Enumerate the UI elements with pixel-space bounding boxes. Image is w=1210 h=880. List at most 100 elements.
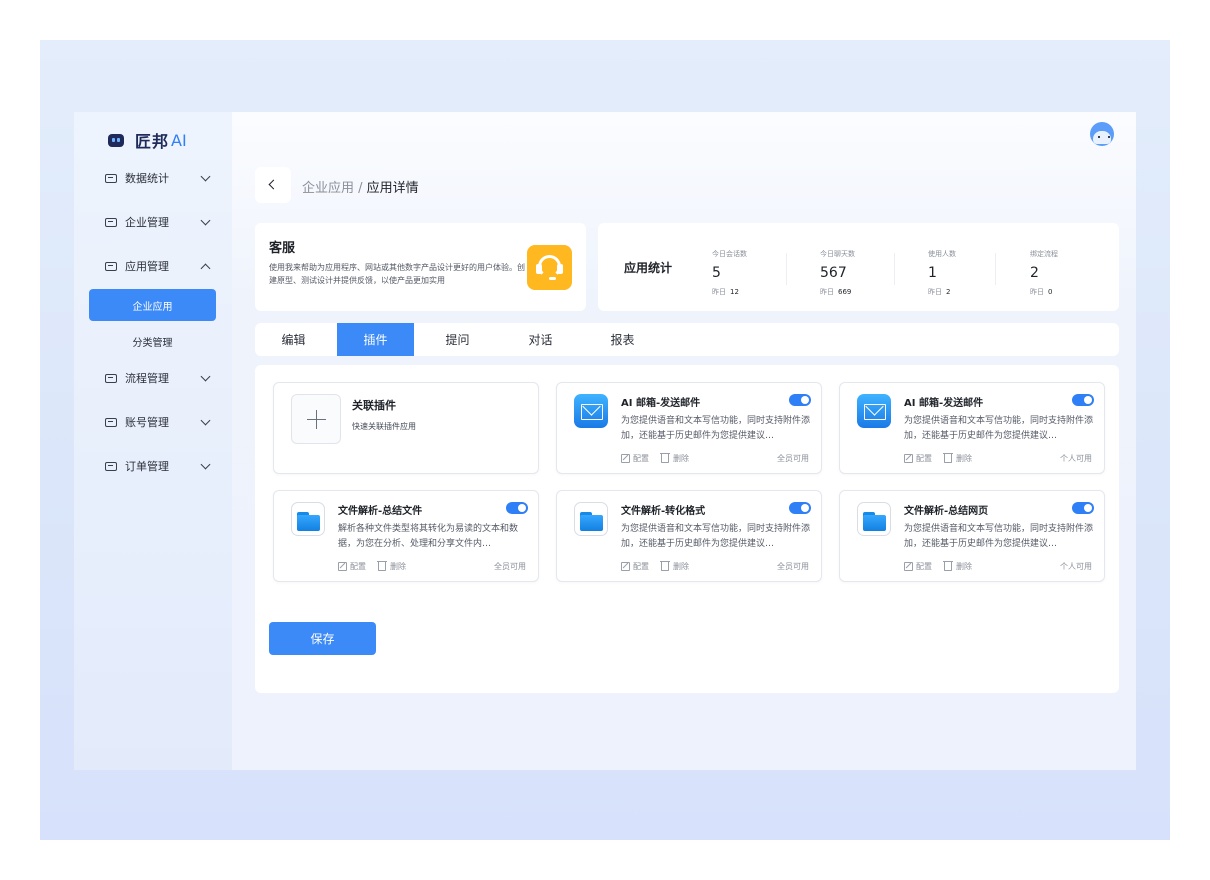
plugin-toggle[interactable] [789,394,811,406]
stat-label: 绑定流程 [1030,250,1058,258]
chevron-down-icon [200,415,211,425]
tab-plugins[interactable]: 插件 [337,323,414,356]
breadcrumb-parent[interactable]: 企业应用 [302,181,354,196]
trash-icon [377,560,387,571]
sidebar-item-label: 流程管理 [125,372,169,385]
sidebar-item-label: 账号管理 [125,416,169,429]
breadcrumb-current: 应用详情 [366,181,419,196]
add-plugin-description: 快速关联插件应用 [352,422,416,431]
plugin-description: 解析各种文件类型将其转化为易读的文本和数据，为您在分析、处理和分享文件内… [338,524,519,549]
configure-button[interactable]: 配置 [338,561,366,572]
stat-value: 1 [928,265,937,281]
plugin-card: 文件解析-总结网页 为您提供语音和文本写信功能，同时支持附件添加，还能基于历史邮… [839,490,1105,582]
plugin-toggle[interactable] [1072,502,1094,514]
trash-icon [943,452,953,463]
delete-button[interactable]: 删除 [660,452,689,464]
trash-icon [943,560,953,571]
tab-dialog[interactable]: 对话 [502,323,579,356]
edit-icon [904,453,913,463]
edit-icon [621,561,630,571]
tab-reports[interactable]: 报表 [584,323,661,356]
add-plugin-title: 关联插件 [352,399,396,412]
stat-value: 2 [1030,265,1039,281]
tab-edit[interactable]: 编辑 [255,323,332,356]
chat-box-icon [105,261,117,271]
tab-questions[interactable]: 提问 [419,323,496,356]
plugin-title: 文件解析-总结网页 [904,506,989,517]
trash-icon [660,452,670,463]
folder-icon [857,502,891,536]
stat-divider [894,253,895,285]
headset-icon [527,245,572,290]
sidebar-item-enterprise[interactable]: 企业管理 [105,211,215,233]
stat-today-sessions: 今日会话数 5 昨日 12 [712,249,747,297]
plugin-card: AI 邮箱-发送邮件 为您提供语音和文本写信功能，同时支持附件添加，还能基于历史… [839,382,1105,474]
trash-icon [660,560,670,571]
plugin-footer: 配置 删除 个人可用 [904,452,1092,464]
edit-icon [621,453,630,463]
plugin-footer: 配置 删除 全员可用 [338,560,526,572]
stat-sub: 昨日 12 [712,288,739,296]
app-window: 匠邦 AI 数据统计 企业管理 应用管理 企业应用 分类管理 流程管理 账号管理 [74,112,1136,770]
chevron-down-icon [200,171,211,181]
plugin-scope: 个人可用 [1060,453,1092,463]
plugin-footer: 配置 删除 个人可用 [904,560,1092,572]
save-button[interactable]: 保存 [269,622,376,655]
tab-bar: 编辑 插件 提问 对话 报表 [255,323,1119,356]
stat-label: 今日会话数 [712,250,747,258]
plus-icon[interactable] [291,394,341,444]
chevron-down-icon [200,459,211,469]
plugin-panel: 关联插件 快速关联插件应用 AI 邮箱-发送邮件 为您提供语音和文本写信功能，同… [255,365,1119,693]
delete-button[interactable]: 删除 [943,452,972,464]
stat-bound-flows: 绑定流程 2 昨日 0 [1030,249,1058,297]
configure-button[interactable]: 配置 [621,561,649,572]
brand-logo: 匠邦 AI [108,128,187,152]
plugin-scope: 全员可用 [494,561,526,571]
stat-label: 使用人数 [928,250,956,258]
sidebar-item-label: 数据统计 [125,172,169,185]
plugin-toggle[interactable] [1072,394,1094,406]
plugin-toggle[interactable] [506,502,528,514]
delete-button[interactable]: 删除 [660,560,689,572]
stats-title: 应用统计 [624,261,673,275]
configure-button[interactable]: 配置 [904,561,932,572]
plugin-title: AI 邮箱-发送邮件 [904,398,984,409]
plugin-card: 文件解析-总结文件 解析各种文件类型将其转化为易读的文本和数据，为您在分析、处理… [273,490,539,582]
chat-box-icon [105,417,117,427]
sidebar-item-label: 企业管理 [125,216,169,229]
sidebar-item-accounts[interactable]: 账号管理 [105,411,215,433]
sidebar-subitem-categories[interactable]: 分类管理 [89,325,216,357]
mail-icon [574,394,608,428]
sidebar-item-orders[interactable]: 订单管理 [105,455,215,477]
plugin-footer: 配置 删除 全员可用 [621,560,809,572]
mail-icon [857,394,891,428]
plugin-toggle[interactable] [789,502,811,514]
delete-button[interactable]: 删除 [943,560,972,572]
stat-users: 使用人数 1 昨日 2 [928,249,956,297]
configure-button[interactable]: 配置 [904,453,932,464]
chevron-down-icon [200,371,211,381]
avatar[interactable] [1090,122,1114,146]
plugin-footer: 配置 删除 全员可用 [621,452,809,464]
chat-box-icon [105,461,117,471]
plugin-title: 文件解析-总结文件 [338,506,423,517]
folder-icon [291,502,325,536]
sidebar-item-process[interactable]: 流程管理 [105,367,215,389]
sidebar-item-apps[interactable]: 应用管理 [105,255,215,277]
stat-divider [995,253,996,285]
plugin-description: 为您提供语音和文本写信功能，同时支持附件添加，还能基于历史邮件为您提供建议… [904,416,1094,441]
back-button[interactable] [255,167,291,203]
plugin-description: 为您提供语音和文本写信功能，同时支持附件添加，还能基于历史邮件为您提供建议… [621,416,811,441]
brand-suffix: AI [171,130,187,150]
app-info-card: 客服 使用我来帮助为应用程序、网站或其他数字产品设计更好的用户体验。创建原型、测… [255,223,586,311]
sidebar-subitem-enterprise-apps[interactable]: 企业应用 [89,289,216,321]
stat-sub: 昨日 2 [928,288,951,296]
plugin-scope: 个人可用 [1060,561,1092,571]
configure-button[interactable]: 配置 [621,453,649,464]
sidebar-item-data-stats[interactable]: 数据统计 [105,167,215,189]
delete-button[interactable]: 删除 [377,560,406,572]
chevron-up-icon [200,263,211,273]
add-plugin-card[interactable]: 关联插件 快速关联插件应用 [273,382,539,474]
brand-name: 匠邦 [135,132,170,151]
main-content: 企业应用 / 应用详情 客服 使用我来帮助为应用程序、网站或其他数字产品设计更好… [232,112,1136,770]
